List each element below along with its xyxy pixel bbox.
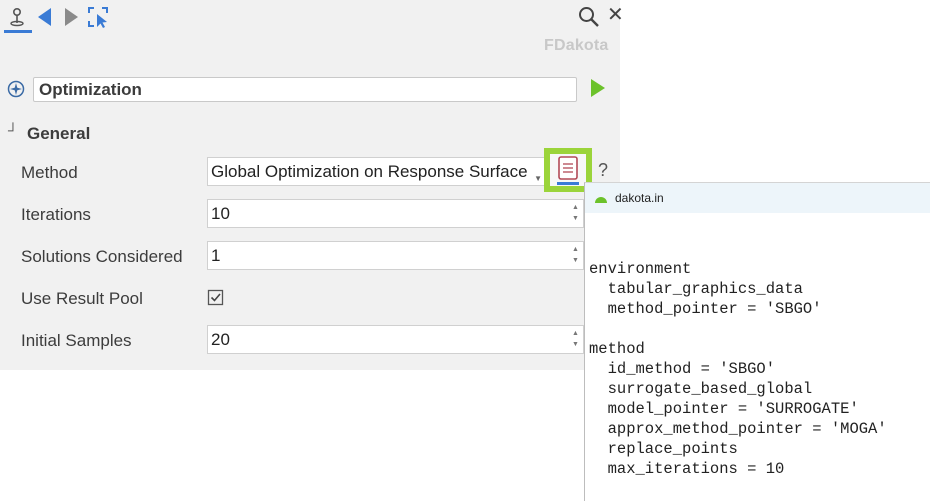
code-line: model_pointer = 'SURROGATE' [589, 400, 859, 418]
select-cursor-icon[interactable] [86, 5, 108, 28]
spinner-arrows-icon[interactable]: ▲ ▼ [571, 244, 580, 267]
code-line: id_method = 'SBGO' [589, 360, 776, 378]
dakota-file-icon [593, 191, 609, 210]
active-tab-indicator [4, 30, 32, 33]
iterations-value: 10 [211, 204, 230, 223]
iterations-label: Iterations [21, 205, 91, 224]
code-line: method_pointer = 'SBGO' [589, 300, 822, 318]
code-line: tabular_graphics_data [589, 280, 803, 298]
code-line: approx_method_pointer = 'MOGA' [589, 420, 887, 438]
method-value: Global Optimization on Response Surface [211, 162, 528, 181]
brand-label: FDakota [544, 37, 609, 54]
back-arrow-icon[interactable] [36, 6, 58, 28]
code-line: replace_points [589, 440, 738, 458]
popup-tab[interactable]: dakota.in [585, 183, 930, 213]
chevron-down-icon: ▼ [534, 174, 542, 183]
study-name-input[interactable] [33, 77, 577, 102]
method-dropdown[interactable]: Global Optimization on Response Surface … [207, 157, 547, 186]
solutions-value: 1 [211, 246, 221, 265]
spinner-arrows-icon[interactable]: ▲ ▼ [571, 202, 580, 225]
help-icon[interactable]: ? [598, 160, 608, 181]
code-line: surrogate_based_global [589, 380, 813, 398]
samples-value: 20 [211, 330, 230, 349]
solutions-label: Solutions Considered [21, 247, 183, 266]
code-line: max_iterations = 10 [589, 460, 785, 478]
samples-label: Initial Samples [21, 331, 132, 350]
iterations-input[interactable]: 10 ▲ ▼ [207, 199, 584, 228]
code-line: method [589, 340, 645, 358]
close-icon[interactable]: ✕ [607, 4, 624, 26]
input-file-preview-popup: dakota.in environment tabular_graphics_d… [584, 182, 930, 501]
section-title: General [27, 124, 91, 143]
compass-icon [7, 80, 25, 103]
spinner-arrows-icon[interactable]: ▲ ▼ [571, 328, 580, 351]
result-pool-label: Use Result Pool [21, 289, 143, 308]
run-icon[interactable] [590, 78, 606, 103]
pin-icon[interactable] [6, 6, 28, 28]
forward-arrow-icon[interactable] [62, 6, 84, 28]
search-icon[interactable] [578, 6, 600, 33]
popup-title: dakota.in [615, 191, 664, 205]
collapse-toggle-icon[interactable]: ┘ [8, 122, 18, 138]
properties-panel: ✕ FDakota ┘ General Method Global Optimi… [0, 0, 624, 370]
samples-input[interactable]: 20 ▲ ▼ [207, 325, 584, 354]
solutions-input[interactable]: 1 ▲ ▼ [207, 241, 584, 270]
code-line: environment [589, 260, 692, 278]
input-file-content: environment tabular_graphics_data method… [589, 259, 887, 479]
method-label: Method [21, 163, 78, 182]
result-pool-checkbox[interactable] [207, 289, 225, 312]
